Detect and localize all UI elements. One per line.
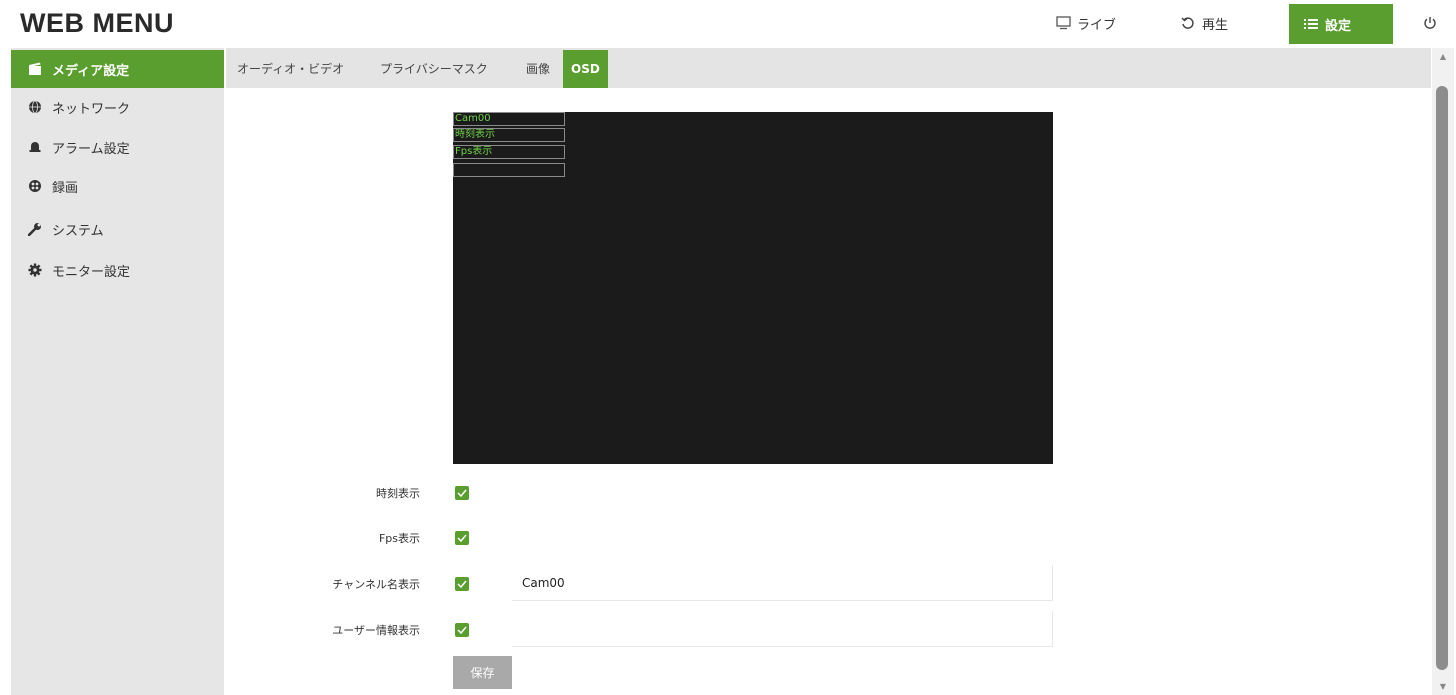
user-info-checkbox[interactable] (455, 623, 469, 637)
wrench-icon (28, 222, 42, 236)
sidebar-item-label: 録画 (52, 180, 79, 196)
tab-audio-video[interactable]: オーディオ・ビデオ (237, 48, 344, 88)
top-header: WEB MENU ライブ 再生 設定 (0, 0, 1456, 46)
sidebar-item-label: システム (52, 223, 104, 239)
media-icon (28, 62, 42, 76)
save-button[interactable]: 保存 (453, 656, 512, 689)
gear-icon (28, 263, 42, 277)
osd-user-info-box[interactable] (453, 163, 565, 177)
nav-playback[interactable]: 再生 (1180, 0, 1228, 46)
sidebar-item-record[interactable]: 録画 (11, 167, 224, 205)
tab-bar: オーディオ・ビデオ プライバシーマスク 画像 OSD (226, 48, 1431, 88)
sidebar-item-label: モニター設定 (52, 264, 131, 280)
user-info-label: ユーザー情報表示 (332, 624, 420, 637)
channel-name-checkbox[interactable] (455, 577, 469, 591)
sidebar-item-system[interactable]: システム (11, 210, 224, 248)
tab-image[interactable]: 画像 (526, 48, 550, 88)
list-icon (1303, 16, 1319, 32)
nav-live-label: ライブ (1077, 17, 1117, 33)
sidebar-item-media[interactable]: メディア設定 (11, 50, 224, 88)
osd-fps-box[interactable]: Fps表示 (453, 145, 565, 159)
check-icon (457, 580, 467, 588)
scroll-down-arrow-icon[interactable]: ▼ (1432, 680, 1454, 694)
globe-icon (28, 100, 42, 114)
sidebar-item-label: アラーム設定 (52, 141, 130, 157)
power-button[interactable] (1418, 0, 1442, 46)
scrollbar-thumb[interactable] (1436, 86, 1448, 670)
user-info-input[interactable] (512, 611, 1053, 647)
fps-display-label: Fps表示 (378, 532, 420, 545)
replay-icon (1180, 15, 1196, 31)
nav-settings[interactable]: 設定 (1289, 4, 1393, 44)
nav-playback-label: 再生 (1202, 17, 1229, 33)
alarm-icon (28, 140, 42, 154)
fps-display-checkbox[interactable] (455, 531, 469, 545)
nav-live[interactable]: ライブ (1055, 0, 1116, 46)
tab-privacy-mask[interactable]: プライバシーマスク (380, 48, 488, 88)
tab-osd[interactable]: OSD (563, 50, 608, 88)
nav-settings-label: 設定 (1325, 18, 1352, 34)
sidebar-item-network[interactable]: ネットワーク (11, 88, 224, 126)
time-display-checkbox[interactable] (455, 486, 469, 500)
sidebar-item-monitor[interactable]: モニター設定 (11, 251, 224, 289)
osd-channel-name-box[interactable]: Cam00 (453, 112, 565, 126)
monitor-icon (1055, 15, 1071, 31)
channel-name-input[interactable] (512, 565, 1053, 601)
sidebar-item-label: メディア設定 (52, 63, 130, 79)
sidebar-item-alarm[interactable]: アラーム設定 (11, 128, 224, 166)
scroll-up-arrow-icon[interactable]: ▲ (1432, 50, 1454, 64)
time-display-label: 時刻表示 (376, 487, 420, 500)
record-icon (28, 179, 42, 193)
channel-name-label: チャンネル名表示 (332, 578, 420, 591)
check-icon (457, 626, 467, 634)
sidebar-item-label: ネットワーク (52, 101, 131, 117)
video-preview: Cam00 時刻表示 Fps表示 (453, 112, 1053, 464)
app-title: WEB MENU (20, 8, 174, 38)
sidebar: メディア設定 ネットワーク アラーム設定 録画 システム モニター設定 (11, 48, 224, 695)
check-icon (457, 534, 467, 542)
check-icon (457, 489, 467, 497)
power-icon (1422, 15, 1438, 31)
osd-time-box[interactable]: 時刻表示 (453, 128, 565, 142)
